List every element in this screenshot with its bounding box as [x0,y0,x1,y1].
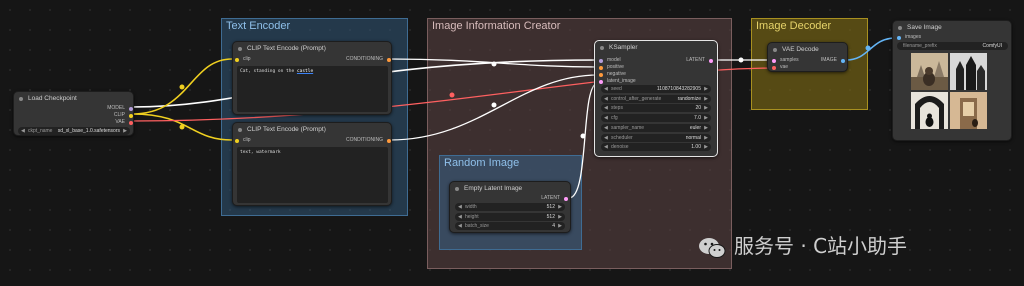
vae-output[interactable]: VAE [115,119,133,126]
arrow-right-icon[interactable]: ▶ [558,213,562,221]
arrow-right-icon[interactable]: ▶ [704,143,708,151]
node-title: KSampler [595,41,717,55]
node-title: CLIP Text Encode (Prompt) [233,42,391,56]
images-link [845,37,897,61]
images-input[interactable]: images [897,34,921,41]
node-title: Load Checkpoint [14,92,133,106]
latent-batch-size-widget[interactable]: ◀ batch_size 4 ▶ [455,222,565,231]
empty-latent-image-node[interactable]: Empty Latent Image LATENT ◀ width 512 ▶ ◀ hei… [449,181,571,233]
prompt-textarea[interactable]: Cat, standing on the castle [237,66,388,112]
wechat-icon [699,237,726,258]
latent-width-widget[interactable]: ◀ width 512 ▶ [455,203,565,211]
node-title: Empty Latent Image [450,182,570,196]
latent-height-widget[interactable]: ◀ height 512 ▶ [455,212,565,221]
latent-image-input[interactable]: latent_image [599,78,636,85]
arrow-left-icon[interactable]: ◀ [458,222,462,230]
arrow-right-icon[interactable]: ▶ [558,203,562,211]
conditioning-output[interactable]: CONDITIONING [346,56,391,63]
preview-image[interactable] [950,53,987,90]
ksampler-node[interactable]: KSampler model positive negative latent_… [594,40,718,157]
ckpt-name-combo[interactable]: ◀ ckpt_name sd_xl_base_1.0.safetensors ▶ [18,127,130,135]
ksampler-cfg-widget[interactable]: ◀ cfg 7.0 ▶ [601,114,711,123]
ksampler-denoise-widget[interactable]: ◀ denoise 1.00 ▶ [601,143,711,152]
ksampler-scheduler-widget[interactable]: ◀ scheduler normal ▶ [601,133,711,142]
arrow-right-icon[interactable]: ▶ [704,134,708,142]
samples-input[interactable]: samples [772,57,799,64]
conditioning-output[interactable]: CONDITIONING [346,137,391,144]
arrow-right-icon[interactable]: ▶ [704,95,708,103]
arrow-left-icon[interactable]: ◀ [604,143,608,151]
filename-prefix-field[interactable]: filename_prefix ComfyUI [897,42,1008,50]
ksampler-control-after-generate-widget[interactable]: ◀ control_after_generate randomize ▶ [601,94,711,103]
latent-output[interactable]: LATENT [541,195,568,202]
arrow-left-icon[interactable]: ◀ [21,127,25,135]
clip-input[interactable]: clip [235,137,251,144]
latent-output[interactable]: LATENT [686,57,713,64]
watermark: 服务号 · C站小助手 [698,228,998,264]
positive-input[interactable]: positive [599,64,624,71]
vae-input[interactable]: vae [772,64,788,71]
clip-output[interactable]: CLIP [114,112,133,119]
ksampler-seed-widget[interactable]: ◀ seed 1108710843282905 ▶ [601,85,711,93]
node-title: CLIP Text Encode (Prompt) [233,123,391,137]
clip-text-encode-positive-node[interactable]: CLIP Text Encode (Prompt) clip CONDITION… [232,41,392,115]
arrow-left-icon[interactable]: ◀ [604,104,608,112]
vae-decode-node[interactable]: VAE Decode samples vae IMAGE [767,42,848,72]
arrow-right-icon[interactable]: ▶ [704,104,708,112]
node-title: Save Image [893,21,1011,35]
arrow-left-icon[interactable]: ◀ [604,124,608,132]
negative-input[interactable]: negative [599,71,626,78]
preview-image[interactable] [911,92,948,129]
node-title: VAE Decode [768,43,847,57]
arrow-right-icon[interactable]: ▶ [123,127,127,135]
clip-text-encode-negative-node[interactable]: CLIP Text Encode (Prompt) clip CONDITION… [232,122,392,206]
arrow-right-icon[interactable]: ▶ [704,124,708,132]
save-image-node[interactable]: Save Image images filename_prefix ComfyU… [892,20,1012,141]
ksampler-steps-widget[interactable]: ◀ steps 20 ▶ [601,104,711,113]
arrow-left-icon[interactable]: ◀ [458,213,462,221]
image-output[interactable]: IMAGE [821,57,845,64]
prompt-textarea[interactable]: text, watermark [237,147,388,203]
model-input[interactable]: model [599,57,621,64]
arrow-left-icon[interactable]: ◀ [604,134,608,142]
model-output[interactable]: MODEL [107,105,133,112]
clip-input[interactable]: clip [235,56,251,63]
ksampler-sampler-name-widget[interactable]: ◀ sampler_name euler ▶ [601,123,711,132]
load-checkpoint-node[interactable]: Load Checkpoint MODEL CLIP VAE ◀ ckpt_na… [13,91,134,136]
arrow-right-icon[interactable]: ▶ [704,114,708,122]
preview-image[interactable] [950,92,987,129]
preview-image[interactable] [911,53,948,90]
arrow-right-icon[interactable]: ▶ [558,222,562,230]
arrow-right-icon[interactable]: ▶ [704,85,708,93]
arrow-left-icon[interactable]: ◀ [458,203,462,211]
arrow-left-icon[interactable]: ◀ [604,85,608,93]
arrow-left-icon[interactable]: ◀ [604,95,608,103]
arrow-left-icon[interactable]: ◀ [604,114,608,122]
